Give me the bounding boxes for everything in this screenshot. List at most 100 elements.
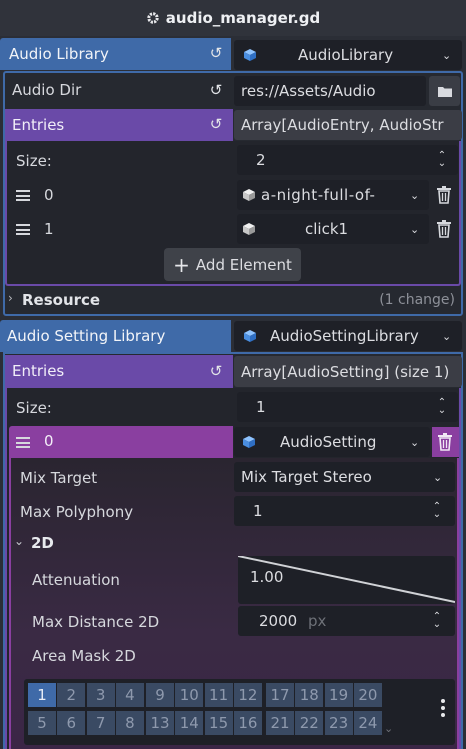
revert-icon[interactable]: ↺ — [207, 44, 225, 62]
chevron-down-icon[interactable]: ⌄ — [410, 223, 419, 236]
audio-library-resource-picker[interactable]: AudioLibrary ⌄ — [234, 40, 462, 70]
spin-arrows-icon[interactable]: ⌃ ⌄ — [436, 151, 448, 169]
drag-handle-icon[interactable] — [16, 190, 30, 201]
layer-3-toggle[interactable]: 3 — [86, 683, 115, 707]
audio-setting-library-label-text: Audio Setting Library — [7, 327, 166, 345]
entry-value: click1 — [305, 220, 349, 238]
spin-arrows-icon[interactable]: ⌃ ⌄ — [431, 502, 443, 520]
layer-21-toggle[interactable]: 21 — [266, 711, 294, 735]
layer-8-toggle[interactable]: 8 — [115, 711, 144, 735]
entry-resource-picker[interactable]: click1 ⌄ — [237, 214, 429, 244]
max-distance-unit: px — [308, 612, 327, 630]
resource-cube-icon — [243, 436, 255, 448]
audio-dir-value: res://Assets/Audio — [241, 82, 376, 100]
size-spinbox[interactable]: 1 ⌃ ⌄ — [237, 392, 458, 422]
layer-2-toggle[interactable]: 2 — [57, 683, 86, 707]
entries-label[interactable]: Entries ↺ — [5, 109, 233, 141]
audio-setting-picker[interactable]: AudioSetting ⌄ — [234, 427, 430, 457]
chevron-down-icon[interactable]: ⌄ — [442, 330, 451, 343]
resource-section[interactable]: › Resource (1 change) — [5, 288, 461, 313]
resource-label: Resource — [22, 291, 101, 309]
layer-17-toggle[interactable]: 17 — [266, 683, 294, 707]
gear-icon — [147, 12, 159, 24]
chevron-down-icon[interactable]: ⌄ — [410, 189, 419, 202]
entry-index: 0 — [44, 186, 54, 204]
trash-icon[interactable] — [436, 186, 452, 204]
audio-setting-library-value: AudioSettingLibrary — [270, 327, 419, 345]
layer-23-toggle[interactable]: 23 — [324, 711, 353, 735]
layer-6-toggle[interactable]: 6 — [57, 711, 86, 735]
max-polyphony-spinbox[interactable]: 1 ⌃ ⌄ — [234, 496, 455, 526]
layer-11-toggle[interactable]: 11 — [204, 683, 233, 707]
chevron-down-icon[interactable]: ⌄ — [384, 722, 393, 735]
revert-icon[interactable]: ↺ — [207, 115, 225, 133]
drag-handle-icon[interactable] — [16, 437, 30, 448]
audio-setting-library-picker[interactable]: AudioSettingLibrary ⌄ — [234, 321, 462, 351]
entry-resource-picker[interactable]: a-night-full-of- ⌄ — [237, 180, 429, 210]
max-distance-label: Max Distance 2D — [32, 613, 160, 631]
layer-4-toggle[interactable]: 4 — [115, 683, 144, 707]
layer-7-toggle[interactable]: 7 — [86, 711, 115, 735]
trash-icon — [438, 433, 452, 451]
layer-24-toggle[interactable]: 24 — [353, 711, 382, 735]
attenuation-value: 1.00 — [250, 568, 284, 586]
audio-library-label-text: Audio Library — [9, 45, 109, 63]
trash-icon[interactable] — [436, 220, 452, 238]
audio-dir-field[interactable]: res://Assets/Audio — [234, 76, 426, 106]
section-2d[interactable]: ⌄ 2D — [14, 533, 114, 555]
add-element-button[interactable]: + Add Element — [164, 248, 301, 281]
attenuation-curve[interactable]: 1.00 — [238, 556, 455, 604]
browse-folder-button[interactable] — [429, 76, 460, 106]
area-mask-label: Area Mask 2D — [32, 647, 136, 665]
audio-setting-value: AudioSetting — [280, 433, 377, 451]
script-title: audio_manager.gd — [165, 9, 321, 27]
size-value: 2 — [256, 151, 266, 169]
layer-1-toggle[interactable]: 1 — [28, 683, 56, 707]
add-element-label: Add Element — [195, 255, 292, 274]
layer-22-toggle[interactable]: 22 — [295, 711, 324, 735]
setting-entries-array-value: Array[AudioSetting] (size 1) — [241, 363, 450, 381]
size-value: 1 — [256, 398, 266, 416]
drag-handle-icon[interactable] — [16, 224, 30, 235]
audio-library-value: AudioLibrary — [298, 46, 394, 64]
layer-12-toggle[interactable]: 12 — [233, 683, 262, 707]
folder-icon — [438, 87, 452, 97]
setting-entries-label[interactable]: Entries ↺ — [5, 355, 233, 388]
layer-15-toggle[interactable]: 15 — [204, 711, 233, 735]
layer-16-toggle[interactable]: 16 — [233, 711, 262, 735]
entries-array-button[interactable]: Array[AudioEntry, AudioStr — [234, 110, 462, 140]
entry-value: a-night-full-of- — [261, 186, 376, 204]
spin-arrows-icon[interactable]: ⌃ ⌄ — [431, 612, 443, 630]
section-2d-label: 2D — [31, 534, 54, 552]
trash-button[interactable] — [432, 427, 459, 457]
more-options-icon[interactable] — [441, 699, 447, 719]
revert-icon[interactable]: ↺ — [207, 81, 225, 99]
revert-icon[interactable]: ↺ — [207, 362, 225, 380]
chevron-down-icon[interactable]: ⌄ — [442, 49, 451, 62]
layer-18-toggle[interactable]: 18 — [295, 683, 324, 707]
audio-setting-library-label[interactable]: Audio Setting Library — [0, 320, 231, 352]
layer-20-toggle[interactable]: 20 — [353, 683, 382, 707]
attenuation-label: Attenuation — [32, 571, 120, 589]
layer-10-toggle[interactable]: 10 — [175, 683, 204, 707]
layer-14-toggle[interactable]: 14 — [175, 711, 204, 735]
setting-entries-array-button[interactable]: Array[AudioSetting] (size 1) — [234, 356, 462, 387]
entries-label-text: Entries — [12, 116, 65, 134]
max-distance-spinbox[interactable]: 2000 px ⌃ ⌄ — [238, 606, 455, 636]
layer-5-toggle[interactable]: 5 — [28, 711, 56, 735]
audio-dir-label: Audio Dir — [12, 81, 82, 99]
entries-array-value: Array[AudioEntry, AudioStr — [241, 116, 444, 134]
setting-entries-label-text: Entries — [12, 362, 65, 380]
chevron-down-icon[interactable]: ⌄ — [410, 436, 419, 449]
mix-target-dropdown[interactable]: Mix Target Stereo ⌄ — [234, 462, 455, 492]
mix-target-label: Mix Target — [20, 469, 98, 487]
chevron-down-icon[interactable]: ⌄ — [433, 471, 442, 484]
size-spinbox[interactable]: 2 ⌃ ⌄ — [237, 145, 458, 175]
layer-19-toggle[interactable]: 19 — [324, 683, 353, 707]
size-label: Size: — [16, 152, 52, 170]
layer-13-toggle[interactable]: 13 — [146, 711, 174, 735]
spin-arrows-icon[interactable]: ⌃ ⌄ — [436, 398, 448, 416]
setting-entry-header[interactable]: 0 — [9, 426, 233, 458]
audio-library-label[interactable]: Audio Library ↺ — [0, 38, 231, 70]
layer-9-toggle[interactable]: 9 — [146, 683, 174, 707]
